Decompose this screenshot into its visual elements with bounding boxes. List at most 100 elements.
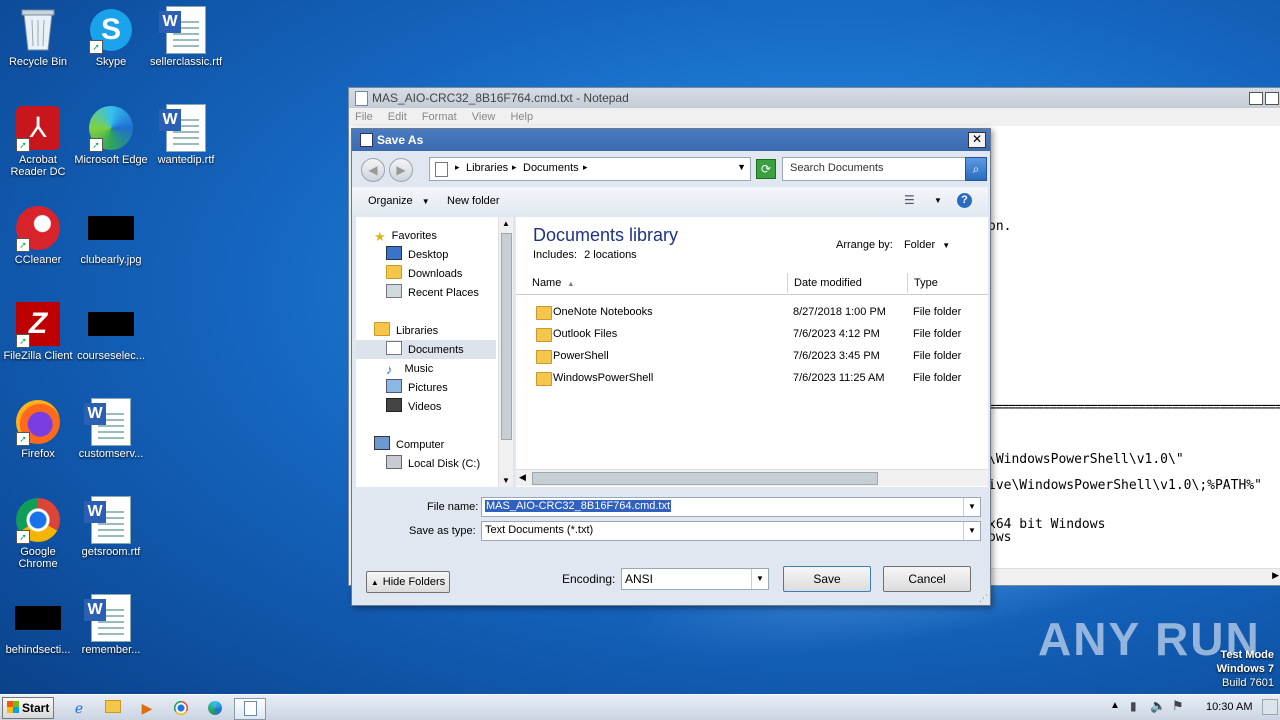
encoding-select[interactable]: ANSI ▼ — [621, 568, 769, 590]
file-name-input[interactable]: MAS_AIO-CRC32_8B16F764.cmd.txt ▼ — [481, 497, 981, 517]
save-type-label: Save as type: — [409, 525, 476, 537]
menu-view[interactable]: View — [472, 111, 496, 123]
desktop-icon-customserv[interactable]: W customserv... — [73, 398, 149, 460]
menu-help[interactable]: Help — [510, 111, 533, 123]
chevron-down-icon[interactable]: ▼ — [963, 522, 980, 540]
close-button[interactable]: ✕ — [968, 132, 986, 148]
column-date-modified[interactable]: Date modified — [788, 273, 908, 293]
desktop-icon-clubearly[interactable]: clubearly.jpg — [73, 204, 149, 266]
forward-button[interactable]: ▶ — [389, 158, 413, 182]
save-type-select[interactable]: Text Documents (*.txt) ▼ — [481, 521, 981, 541]
file-row[interactable]: OneNote Notebooks 8/27/2018 1:00 PM File… — [516, 301, 986, 323]
desktop-icon-ccleaner[interactable]: ➚ CCleaner — [0, 204, 76, 266]
nav-libraries[interactable]: Libraries — [374, 322, 438, 340]
nav-recent-places[interactable]: Recent Places — [386, 284, 479, 302]
pictures-icon — [386, 379, 402, 393]
scroll-down-arrow-icon[interactable]: ▼ — [502, 476, 510, 485]
desktop-icon-chrome[interactable]: ➚ Google Chrome — [0, 496, 76, 570]
desktop-icon-wantedip[interactable]: W wantedip.rtf — [148, 104, 224, 166]
nav-documents[interactable]: Documents — [386, 341, 464, 359]
save-button[interactable]: Save — [783, 566, 871, 592]
notepad-titlebar[interactable]: MAS_AIO-CRC32_8B16F764.cmd.txt - Notepad — [349, 88, 1280, 108]
nav-videos[interactable]: Videos — [386, 398, 441, 416]
search-input[interactable]: Search Documents — [790, 162, 884, 174]
breadcrumb-libraries[interactable]: Libraries — [466, 162, 508, 174]
volume-icon[interactable]: 🔈 — [1150, 698, 1166, 714]
help-icon[interactable]: ? — [957, 193, 972, 208]
desktop-icon-recycle-bin[interactable]: Recycle Bin — [0, 6, 76, 68]
column-name[interactable]: Name ▲ — [526, 273, 788, 293]
chevron-down-icon[interactable]: ▼ — [963, 498, 980, 516]
desktop-icon-acrobat[interactable]: ⅄ ➚ Acrobat Reader DC — [0, 104, 76, 178]
show-desktop-button[interactable] — [1262, 699, 1278, 715]
minimize-button[interactable] — [1249, 92, 1263, 105]
desktop-icon-edge[interactable]: ➚ Microsoft Edge — [73, 104, 149, 166]
menu-file[interactable]: File — [355, 111, 373, 123]
nav-music[interactable]: ♪ Music — [386, 360, 433, 378]
music-icon: ♪ — [386, 362, 393, 377]
explorer-folder-icon[interactable] — [102, 698, 124, 718]
scroll-right-arrow-icon[interactable]: ▶ — [1272, 570, 1279, 581]
cancel-button[interactable]: Cancel — [883, 566, 971, 592]
show-hidden-icons-icon[interactable]: ▲ — [1110, 700, 1120, 711]
clock[interactable]: 10:30 AM — [1206, 701, 1252, 713]
desktop-icon-remember[interactable]: W remember... — [73, 594, 149, 656]
network-icon[interactable]: ▮ — [1130, 699, 1137, 713]
chrome-taskbar-icon[interactable] — [170, 698, 192, 718]
resize-grip-icon[interactable]: ⋰ — [979, 593, 988, 604]
file-row[interactable]: PowerShell 7/6/2023 3:45 PM File folder — [516, 345, 986, 367]
search-box[interactable]: Search Documents — [782, 157, 966, 181]
file-pane-horizontal-scrollbar[interactable]: ◀ — [516, 469, 988, 486]
locations-link[interactable]: 2 locations — [584, 249, 637, 261]
nav-local-disk[interactable]: Local Disk (C:) — [386, 455, 480, 473]
column-type[interactable]: Type — [908, 273, 988, 293]
save-as-titlebar[interactable]: Save As ✕ — [352, 129, 990, 151]
address-bar[interactable]: ▸ Libraries ▸ Documents ▸ ▼ — [429, 157, 751, 181]
chevron-down-icon[interactable]: ▼ — [934, 196, 942, 205]
nav-downloads[interactable]: Downloads — [386, 265, 462, 283]
edge-taskbar-icon[interactable] — [204, 698, 226, 718]
desktop-icon-skype[interactable]: S ➚ Skype — [73, 6, 149, 68]
toolbar: Organize ▼ New folder ☰ ▼ ? — [352, 187, 988, 215]
desktop-icon-behindsecti[interactable]: behindsecti... — [0, 594, 76, 656]
menu-format[interactable]: Format — [422, 111, 457, 123]
chevron-down-icon[interactable]: ▼ — [751, 569, 768, 589]
nav-computer[interactable]: Computer — [374, 436, 444, 454]
menu-edit[interactable]: Edit — [388, 111, 407, 123]
ie-icon[interactable]: ℯ — [68, 698, 90, 718]
scrollbar-thumb[interactable] — [532, 472, 878, 485]
nav-desktop[interactable]: Desktop — [386, 246, 448, 264]
search-button[interactable]: ⌕ — [965, 157, 987, 181]
desktop-icon-courseselec[interactable]: courseselec... — [73, 300, 149, 362]
start-button[interactable]: Start — [2, 697, 54, 719]
notepad-horizontal-scrollbar[interactable]: ▶ — [988, 568, 1280, 585]
windows-logo-icon — [7, 701, 19, 713]
scrollbar-thumb[interactable] — [501, 233, 512, 440]
arrange-by-dropdown[interactable]: Folder ▼ — [904, 239, 950, 251]
refresh-button[interactable]: ⟳ — [756, 159, 776, 179]
desktop-icon-filezilla[interactable]: Z ➚ FileZilla Client — [0, 300, 76, 362]
notepad-menubar: File Edit Format View Help — [349, 108, 1280, 126]
organize-button[interactable]: Organize ▼ — [368, 195, 430, 207]
desktop-icon-firefox[interactable]: ➚ Firefox — [0, 398, 76, 460]
desktop-icon-label: Google Chrome — [18, 546, 58, 570]
breadcrumb-documents[interactable]: Documents — [523, 162, 579, 174]
scroll-left-arrow-icon[interactable]: ◀ — [519, 472, 526, 483]
nav-favorites[interactable]: ★ Favorites — [374, 227, 437, 245]
maximize-button[interactable] — [1265, 92, 1279, 105]
file-row[interactable]: WindowsPowerShell 7/6/2023 11:25 AM File… — [516, 367, 986, 389]
desktop-icon-sellerclassic[interactable]: W sellerclassic.rtf — [148, 6, 224, 68]
notepad-taskbar-button[interactable] — [234, 698, 266, 720]
desktop-icon-getsroom[interactable]: W getsroom.rtf — [73, 496, 149, 558]
address-dropdown-icon[interactable]: ▼ — [737, 162, 746, 172]
nav-pictures[interactable]: Pictures — [386, 379, 448, 397]
nav-pane-scrollbar[interactable]: ▲ ▼ — [498, 217, 513, 487]
action-center-flag-icon[interactable]: ⚑ — [1172, 698, 1184, 714]
view-options-icon[interactable]: ☰ — [904, 193, 915, 207]
new-folder-button[interactable]: New folder — [447, 195, 500, 207]
file-row[interactable]: Outlook Files 7/6/2023 4:12 PM File fold… — [516, 323, 986, 345]
hide-folders-button[interactable]: ▲ Hide Folders — [366, 571, 450, 593]
media-player-icon[interactable]: ▶ — [136, 698, 158, 718]
back-button[interactable]: ◀ — [361, 158, 385, 182]
scroll-up-arrow-icon[interactable]: ▲ — [502, 219, 510, 228]
